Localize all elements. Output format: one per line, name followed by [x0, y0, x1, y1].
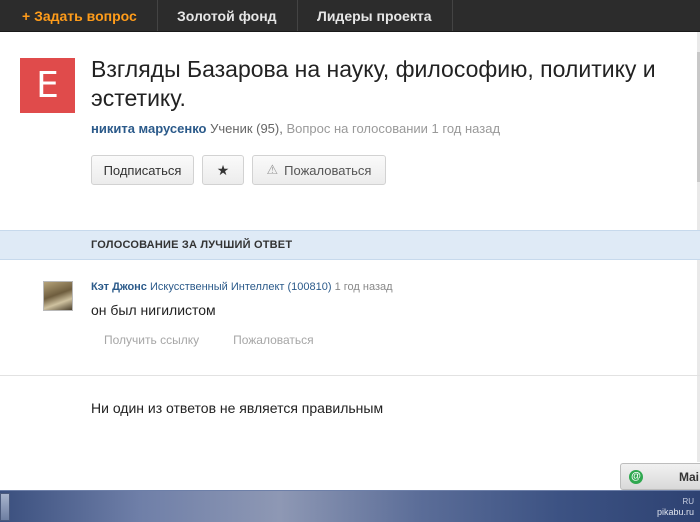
answer-text: он был нигилистом	[91, 302, 216, 318]
none-correct-option[interactable]: Ни один из ответов не является правильны…	[91, 400, 383, 416]
subscribe-button[interactable]: Подписаться	[91, 155, 194, 185]
voting-banner-label: ГОЛОСОВАНИЕ ЗА ЛУЧШИЙ ОТВЕТ	[91, 239, 293, 251]
answer-meta: Кэт Джонс Искусственный Интеллект (10081…	[91, 281, 393, 293]
question-meta: никита марусенко Ученик (95), Вопрос на …	[91, 121, 500, 136]
question-author-link[interactable]: никита марусенко	[91, 121, 207, 136]
answer-actions: Получить ссылку Пожаловаться	[104, 333, 314, 347]
divider	[0, 375, 700, 376]
report-question-button[interactable]: ⚠ Пожаловаться	[252, 155, 386, 185]
mail-widget-label: Mai	[679, 469, 700, 484]
question-title: Взгляды Базарова на науку, философию, по…	[91, 56, 656, 111]
watermark: RU pikabu.ru	[656, 497, 694, 517]
os-taskbar	[0, 490, 700, 522]
question-author-rank: Ученик (95),	[210, 121, 283, 136]
answer-author-link[interactable]: Кэт Джонс	[91, 281, 147, 293]
get-link-button[interactable]: Получить ссылку	[104, 333, 199, 347]
golden-fund-link[interactable]: Золотой фонд	[158, 0, 298, 31]
voting-banner: ГОЛОСОВАНИЕ ЗА ЛУЧШИЙ ОТВЕТ	[0, 230, 700, 260]
question-actions: Подписаться ★ ⚠ Пожаловаться	[91, 155, 386, 185]
answer-author-avatar[interactable]	[43, 281, 73, 311]
project-leaders-link[interactable]: Лидеры проекта	[298, 0, 453, 31]
top-nav: + Задать вопрос Золотой фонд Лидеры прое…	[0, 0, 700, 32]
taskbar-window-button[interactable]	[0, 493, 10, 521]
favorite-star-button[interactable]: ★	[202, 155, 244, 185]
report-question-label: Пожаловаться	[284, 162, 372, 178]
answer-time: 1 год назад	[334, 281, 393, 293]
mail-widget[interactable]: @ Mai	[620, 463, 700, 490]
category-avatar: E	[20, 58, 75, 113]
ask-question-link[interactable]: + Задать вопрос	[0, 0, 158, 31]
star-icon: ★	[216, 161, 230, 178]
warning-icon: ⚠	[266, 162, 279, 177]
at-icon: @	[629, 469, 643, 484]
question-status: Вопрос на голосовании 1 год назад	[286, 121, 501, 136]
answer-author-rank[interactable]: Искусственный Интеллект (100810)	[150, 281, 332, 293]
report-answer-button[interactable]: Пожаловаться	[233, 333, 314, 347]
